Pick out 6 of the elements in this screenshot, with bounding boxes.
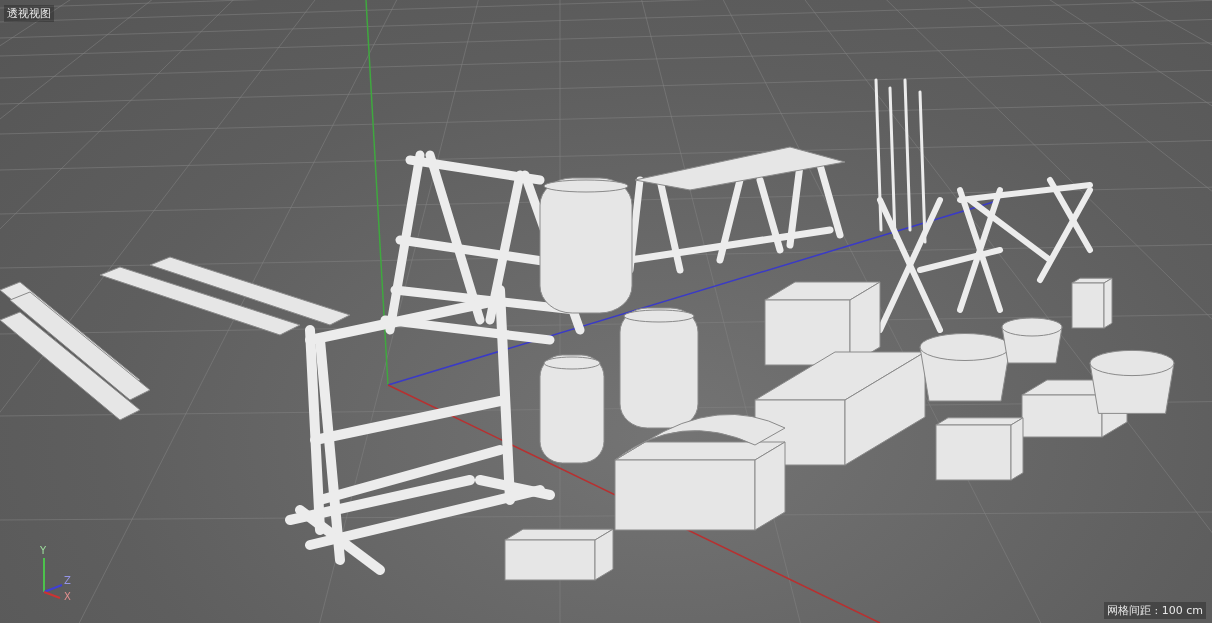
- axis-label: Z: [64, 575, 71, 586]
- 3d-viewport[interactable]: 透视视图 网格间距 : 100 cm Y Z X: [0, 0, 1212, 623]
- axis-label: Y: [40, 545, 47, 556]
- grid-spacing-label: 网格间距 : 100 cm: [1104, 602, 1206, 619]
- axis-label: X: [64, 591, 71, 602]
- viewport-title: 透视视图: [4, 5, 54, 22]
